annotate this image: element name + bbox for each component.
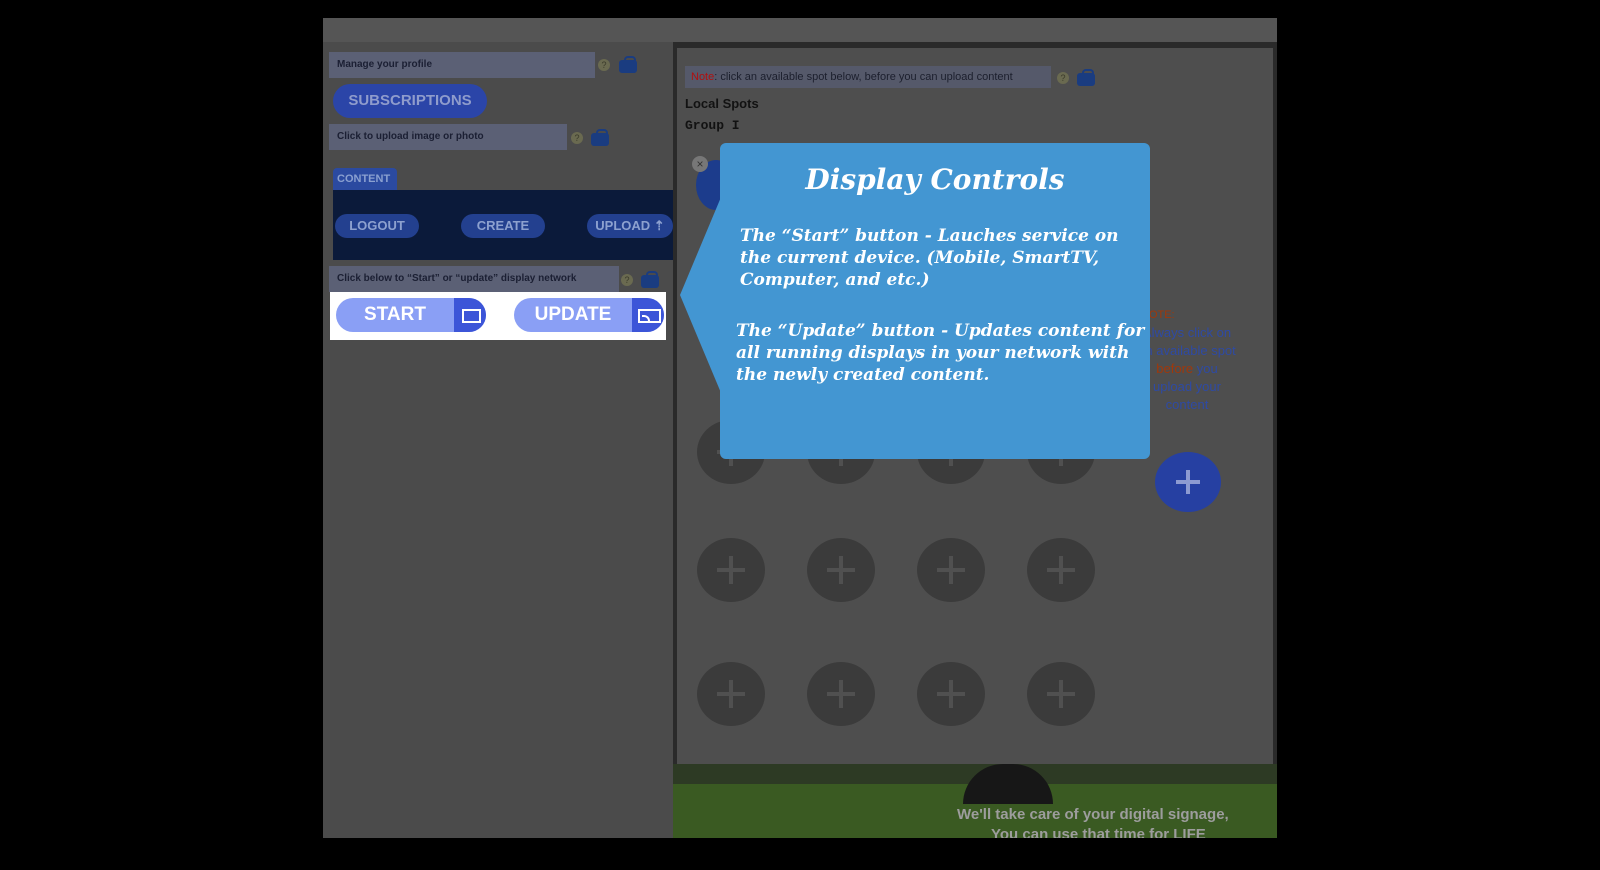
side-note-line1: Always click on an available spot — [1138, 325, 1236, 358]
display-controls-highlight: START UPDATE — [330, 292, 666, 340]
left-panel: Manage your profile ? SUBSCRIPTIONS Clic… — [323, 42, 673, 838]
add-spot-button[interactable] — [807, 662, 875, 726]
note-bar: Note: click an available spot below, bef… — [685, 66, 1051, 88]
logout-button[interactable]: LOGOUT — [335, 214, 419, 238]
add-spot-button[interactable] — [917, 538, 985, 602]
local-spots-heading: Local Spots — [685, 96, 759, 111]
bag-icon[interactable] — [591, 129, 609, 146]
side-note-heading: NOTE: — [1141, 309, 1175, 321]
banner-feet — [963, 764, 1053, 804]
monitor-icon — [454, 298, 486, 332]
note-text: : click an available spot below, before … — [714, 71, 1013, 83]
help-icon[interactable]: ? — [598, 59, 610, 71]
start-description: The “Start” button - Lauches service on … — [740, 226, 1119, 290]
top-strip — [323, 18, 1277, 42]
help-icon[interactable]: ? — [1057, 72, 1069, 84]
upload-icon: ⇡ — [653, 218, 665, 233]
upload-button[interactable]: UPLOAD ⇡ — [587, 214, 673, 238]
upload-image-bar[interactable]: Click to upload image or photo — [329, 124, 567, 150]
bag-icon[interactable] — [1077, 69, 1095, 86]
side-note-before: before — [1156, 361, 1194, 376]
cast-icon — [632, 298, 664, 332]
update-description: The “Update” button - Updates content fo… — [736, 321, 1145, 385]
add-spot-button[interactable] — [917, 662, 985, 726]
popup-title: Display Controls — [805, 163, 1065, 196]
content-tab[interactable]: CONTENT — [333, 168, 397, 190]
start-button-label: START — [364, 304, 426, 325]
help-icon[interactable]: ? — [571, 132, 583, 144]
group-heading: Group I — [685, 118, 740, 133]
update-button-label: UPDATE — [534, 304, 612, 325]
close-icon[interactable]: × — [692, 156, 708, 172]
display-controls-popup: Display Controls The “Start” button - La… — [720, 143, 1150, 459]
side-note: NOTE: Always click on an available spot … — [1137, 306, 1237, 414]
network-bar[interactable]: Click below to “Start” or “update” displ… — [329, 266, 619, 292]
banner-image: We'll take care of your digital signage,… — [673, 764, 1277, 838]
add-spot-button[interactable] — [807, 538, 875, 602]
start-button[interactable]: START — [336, 298, 486, 332]
manage-profile-bar[interactable]: Manage your profile — [329, 52, 595, 78]
add-spot-button[interactable] — [697, 662, 765, 726]
upload-button-label: UPLOAD — [595, 218, 651, 233]
update-button[interactable]: UPDATE — [514, 298, 664, 332]
banner-line2: You can use that time for LIFE — [991, 826, 1206, 838]
banner-line1: We'll take care of your digital signage, — [957, 806, 1229, 823]
bag-icon[interactable] — [641, 271, 659, 288]
note-label: Note — [691, 71, 715, 83]
subscriptions-button[interactable]: SUBSCRIPTIONS — [333, 84, 487, 118]
add-spot-button[interactable] — [1027, 662, 1095, 726]
add-content-button[interactable] — [1155, 452, 1221, 512]
content-panel: LOGOUT CREATE UPLOAD ⇡ — [333, 190, 673, 260]
help-icon[interactable]: ? — [621, 274, 633, 286]
add-spot-button[interactable] — [697, 538, 765, 602]
create-button[interactable]: CREATE — [461, 214, 545, 238]
bag-icon[interactable] — [619, 56, 637, 73]
add-spot-button[interactable] — [1027, 538, 1095, 602]
popup-pointer — [680, 190, 724, 400]
